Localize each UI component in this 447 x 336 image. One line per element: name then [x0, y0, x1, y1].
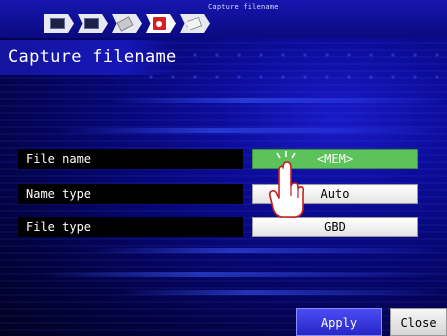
background-bar: [110, 98, 447, 103]
step-record[interactable]: [146, 14, 176, 33]
tag-icon: [184, 16, 202, 31]
capture-filename-screen: Capture filename Capture filename File n…: [0, 0, 447, 336]
background-bar: [90, 248, 447, 253]
step-bar: [44, 14, 214, 33]
hand-pointer-icon: [268, 151, 304, 218]
step-card[interactable]: [112, 14, 142, 33]
step-tag[interactable]: [180, 14, 210, 33]
step-list[interactable]: [78, 14, 108, 33]
name-type-label: Name type: [18, 184, 243, 204]
apply-button[interactable]: Apply: [296, 308, 382, 336]
background-bar: [120, 290, 447, 295]
file-type-label: File type: [18, 217, 243, 237]
background-bar: [60, 128, 447, 133]
background-bar: [40, 272, 447, 277]
file-type-field[interactable]: GBD: [252, 217, 418, 237]
page-title: Capture filename: [8, 47, 177, 67]
card-icon: [116, 15, 134, 32]
file-name-label: File name: [18, 149, 243, 169]
step-indicator: Capture filename: [208, 3, 279, 11]
record-icon: [151, 16, 167, 31]
monitor-icon: [49, 18, 65, 29]
step-monitor[interactable]: [44, 14, 74, 33]
list-icon: [83, 18, 99, 29]
top-strip: Capture filename: [0, 0, 447, 38]
close-button[interactable]: Close: [390, 308, 447, 336]
